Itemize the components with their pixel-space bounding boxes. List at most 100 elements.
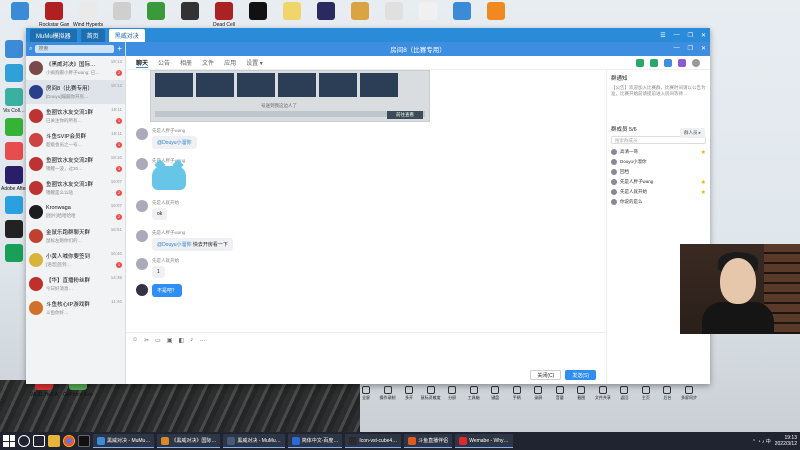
window-control-icon[interactable]: — — [674, 32, 680, 39]
member-item[interactable]: 高清一哥 ★ — [611, 147, 706, 157]
emulator-tool-button[interactable]: 全屏 — [357, 386, 375, 406]
conversation-item[interactable]: 【华】直播粉丝群 今日好消息… 14:38 — [26, 272, 125, 296]
emulator-tool-button[interactable]: 音量 — [551, 386, 569, 406]
conversation-item[interactable]: 鱼圈饮水友交流2群 锦鲤一波，过20… 19:10 3 — [26, 152, 125, 176]
desktop-shortcut[interactable] — [0, 118, 28, 138]
emulator-tab[interactable]: MuMu模拟器 — [30, 28, 77, 42]
chat-tab[interactable]: 聊天 — [136, 58, 149, 68]
avatar[interactable] — [136, 258, 148, 270]
tray-icons[interactable]: ⌃ ◔ ♪ 中 — [752, 438, 771, 445]
emulator-tool-button[interactable]: 后台 — [658, 386, 676, 406]
phone-icon[interactable] — [636, 58, 644, 67]
emulator-tool-button[interactable]: 鼠标灵敏度 — [421, 386, 441, 406]
conversation-item[interactable]: Kronwaga [图片]哈哈哈哈 19:07 2 — [26, 200, 125, 224]
taskbar-app[interactable]: 《黑威对决》国际… — [157, 434, 221, 448]
video-icon[interactable] — [650, 58, 658, 67]
close-icon[interactable]: ✕ — [701, 45, 706, 52]
composer-tool-icon[interactable]: ▣ — [167, 337, 173, 344]
emulator-tool-button[interactable]: 手柄 — [508, 386, 526, 406]
conversation-item[interactable]: 小黄人喊你要签到 [语音]签到… 16:40 1 — [26, 248, 125, 272]
emulator-tool-button[interactable]: 录屏 — [529, 386, 547, 406]
view-button[interactable]: 前往查看 — [387, 111, 423, 119]
desktop-shortcut[interactable]: Adobe After — [0, 166, 28, 192]
avatar[interactable] — [136, 200, 148, 212]
emulator-tool-button[interactable]: 多开 — [400, 386, 418, 406]
taskbar-app[interactable]: Wemabe - Why… — [455, 434, 513, 448]
avatar[interactable] — [136, 158, 148, 170]
composer-tool-icon[interactable]: ▭ — [155, 337, 161, 344]
task-view-icon[interactable] — [33, 435, 45, 447]
emulator-tool-button[interactable]: 截图 — [572, 386, 590, 406]
taskbar-app[interactable]: Icon-vst-cube4… — [345, 434, 402, 448]
avatar[interactable] — [136, 128, 148, 140]
conversation-item[interactable]: 金鼠乐跑群聊天群 鼠标左跑你们的… 16:51 — [26, 224, 125, 248]
conversation-item[interactable]: 《黑威对决》国际… 小疯狗跟小胖子wang: 已… 19:13 2 — [26, 56, 125, 80]
share-screen-icon[interactable] — [664, 58, 672, 67]
chat-tab[interactable]: 文件 — [202, 58, 214, 68]
members-tag[interactable]: 群人员 ▸ — [680, 128, 706, 138]
maximize-icon[interactable]: ❐ — [688, 45, 693, 52]
composer-tool-icon[interactable]: ♪ — [190, 337, 193, 344]
clock[interactable]: 19:13 2022/3/12 — [775, 435, 797, 447]
emulator-tool-button[interactable]: 键盘 — [486, 386, 504, 406]
message-bubble[interactable]: 不是吧？ — [152, 284, 183, 297]
search-input[interactable] — [35, 45, 115, 53]
minimize-icon[interactable]: — — [674, 45, 680, 52]
conversation-item[interactable]: 斗鱼核心IP游戏群 斗鱼你好… 11:40 — [26, 296, 125, 320]
message-bubble[interactable]: @Douyu小溜你 快去开房看一下 — [152, 238, 233, 251]
avatar[interactable] — [136, 230, 148, 242]
member-item[interactable]: 先是人就开始 ★ — [611, 187, 706, 197]
composer-tool-icon[interactable]: ✂ — [144, 337, 149, 344]
emulator-tool-button[interactable]: 文件共享 — [594, 386, 612, 406]
chat-tab[interactable]: 相册 — [180, 58, 192, 68]
member-item[interactable]: 你说的是么 — [611, 197, 706, 207]
chat-tab[interactable]: 设置 ▾ — [246, 58, 263, 68]
member-item[interactable]: 先是人胖子wang ★ — [611, 177, 706, 187]
emulator-tool-button[interactable]: 主页 — [637, 386, 655, 406]
desktop-shortcut[interactable] — [0, 142, 28, 162]
message-bubble[interactable]: 1 — [152, 266, 165, 278]
more-icon[interactable] — [692, 58, 700, 67]
terminal-icon[interactable] — [78, 435, 90, 447]
taskbar-app[interactable]: 黑威对决 - MuMu… — [93, 434, 155, 448]
composer-tool-icon[interactable]: ☺ — [132, 337, 138, 344]
close-chat-button[interactable]: 关闭(C) — [530, 370, 562, 380]
conversation-item[interactable]: 房间8（比赛专用） [Douyu]蹦蹦你开房… 19:12 — [26, 80, 125, 104]
emulator-tool-button[interactable]: 多屏同步 — [680, 386, 698, 406]
conversation-item[interactable]: 鱼圈饮水友交流1群 已关注你的所有… 19:11 1 — [26, 104, 125, 128]
start-icon[interactable] — [3, 435, 15, 447]
file-explorer-icon[interactable] — [48, 435, 60, 447]
desktop-shortcut[interactable] — [0, 64, 28, 84]
window-control-icon[interactable]: ❐ — [688, 32, 693, 39]
conversation-item[interactable]: 鱼圈饮水友交流1群 锦鲤是么么哒 19:07 2 — [26, 176, 125, 200]
window-control-icon[interactable]: ☰ — [660, 32, 665, 39]
send-button[interactable]: 发送(S) — [565, 370, 596, 380]
emulator-tool-button[interactable]: 工具箱 — [465, 386, 483, 406]
app-icon[interactable] — [678, 58, 686, 67]
emulator-tab[interactable]: 首页 — [80, 28, 105, 42]
pinned-message-card[interactable]: 号送到我这边人了 前往查看 — [150, 70, 430, 122]
chat-tab[interactable]: 公告 — [158, 58, 170, 68]
member-item[interactable]: Douyu小溜你 — [611, 157, 706, 167]
taskbar-app[interactable]: 黑威对决 - MuMu… — [223, 434, 285, 448]
member-item[interactable]: 回档 — [611, 167, 706, 177]
emulator-tool-button[interactable]: 操作录制 — [379, 386, 397, 406]
add-icon[interactable]: + — [117, 45, 122, 53]
emulator-tool-button[interactable]: 返回 — [615, 386, 633, 406]
conversation-item[interactable]: 斗鱼SVIP会员群 超级会员之一号… 19:11 1 — [26, 128, 125, 152]
desktop-shortcut[interactable] — [0, 40, 28, 60]
search-icon[interactable] — [18, 435, 30, 447]
taskbar-app[interactable]: 斗鱼直播伴侣 — [404, 434, 453, 448]
desktop-shortcut[interactable] — [0, 196, 28, 216]
composer-tool-icon[interactable]: … — [199, 337, 205, 344]
chat-tab[interactable]: 应用 — [224, 58, 236, 68]
window-control-icon[interactable]: ✕ — [701, 32, 706, 39]
message-bubble[interactable]: @Douyu小溜你 — [152, 136, 197, 149]
emulator-tool-button[interactable]: 分屏 — [443, 386, 461, 406]
chrome-icon[interactable] — [63, 435, 75, 447]
desktop-shortcut[interactable] — [0, 220, 28, 240]
avatar[interactable] — [136, 284, 148, 296]
desktop-shortcut[interactable]: Vis Coll… — [0, 88, 28, 114]
emulator-tab[interactable]: 黑威对决 — [108, 28, 145, 42]
composer-tool-icon[interactable]: ◧ — [179, 337, 185, 344]
